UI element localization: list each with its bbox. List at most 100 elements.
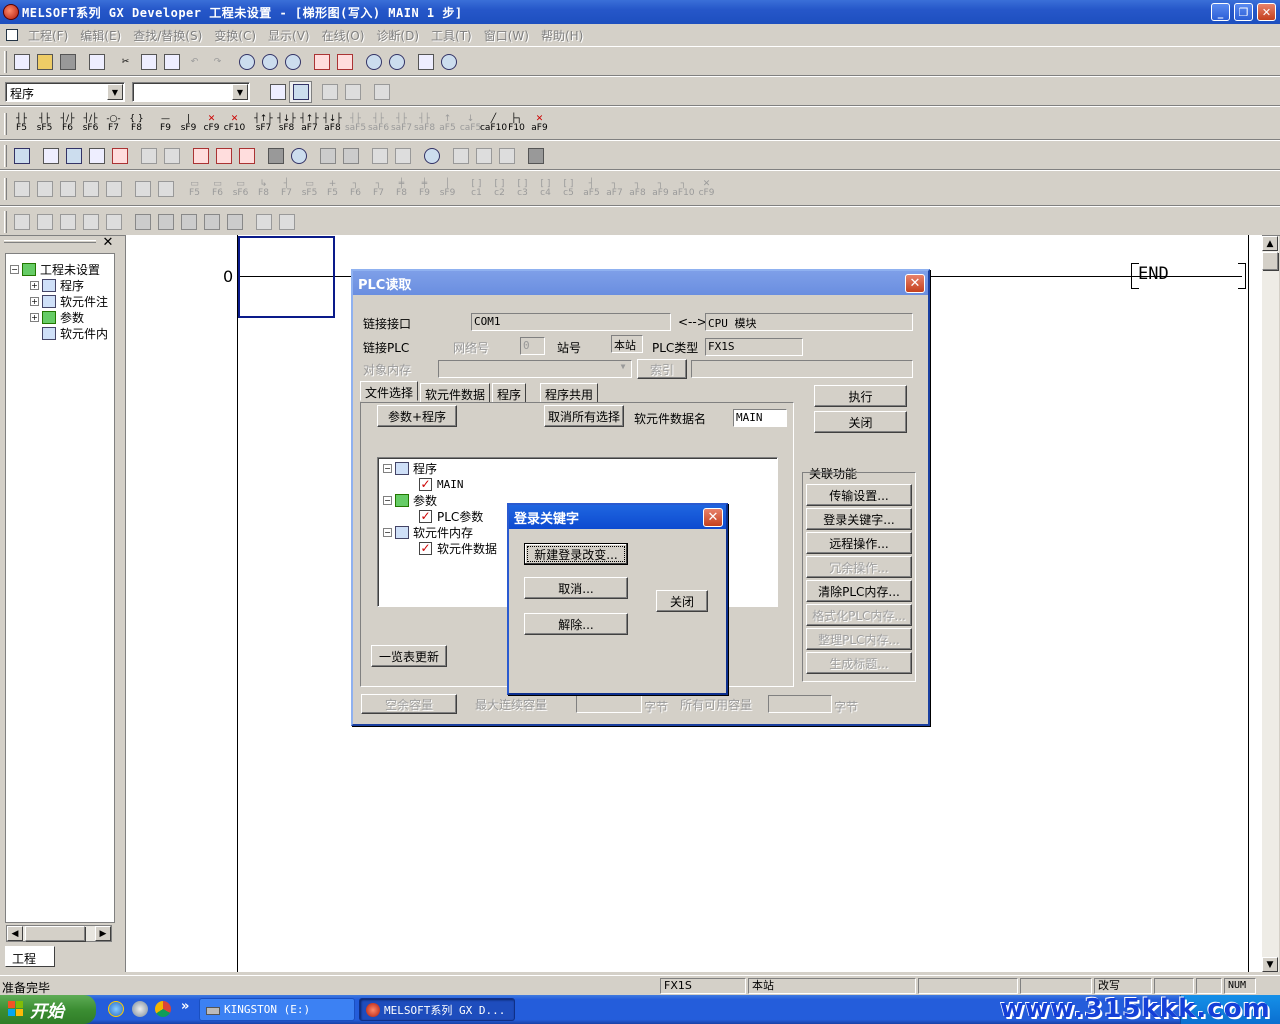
monitor-start-icon[interactable] <box>108 145 131 167</box>
ie-icon[interactable] <box>108 1001 124 1017</box>
zoom-icon[interactable] <box>420 145 443 167</box>
collapse-icon[interactable]: − <box>383 527 392 537</box>
panel-grip[interactable] <box>4 240 96 243</box>
chevron-down-icon[interactable]: ▼ <box>107 84 123 100</box>
vertical-line-icon[interactable]: | sF9 <box>177 110 200 138</box>
monitor-icon[interactable] <box>362 51 385 73</box>
sample-trace2-icon[interactable] <box>154 211 177 233</box>
tab-program-common[interactable]: 程序共用 <box>540 383 599 403</box>
new-icon[interactable] <box>10 51 33 73</box>
redo-icon[interactable]: ↷ <box>206 51 229 73</box>
tree-device-memory[interactable]: − 软元件内存 <box>383 524 473 540</box>
find-instruction-icon[interactable] <box>258 51 281 73</box>
expand-icon[interactable]: + <box>30 312 39 322</box>
chevron-down-icon[interactable]: ▼ <box>616 362 630 376</box>
menu-online[interactable]: 在线(O) <box>322 27 365 44</box>
device-data-name-field[interactable]: MAIN <box>733 409 787 427</box>
sfc-key-f7-icon[interactable]: ┤ F7 <box>275 175 298 203</box>
menu-view[interactable]: 显示(V) <box>268 27 310 44</box>
sfc-af9-icon[interactable]: ┐ aF9 <box>649 175 672 203</box>
expand-icon[interactable]: + <box>30 280 39 290</box>
entry-monitor-icon[interactable] <box>414 51 437 73</box>
invert-icon[interactable]: ╱ caF10 <box>480 110 507 138</box>
checkbox-main[interactable]: ✓ <box>419 477 432 491</box>
tree-item-device-comment[interactable]: + 软元件注 <box>30 293 108 309</box>
sfc-c4-icon[interactable]: [ ] c4 <box>534 175 557 203</box>
execute-button[interactable]: 执行 <box>814 385 907 407</box>
collapse-icon[interactable]: − <box>10 264 19 274</box>
parallel-no-icon[interactable]: ┤├ sF5 <box>33 110 56 138</box>
sfc-step-icon[interactable] <box>339 145 362 167</box>
sfc-key-f8-icon[interactable]: ↳ F8 <box>252 175 275 203</box>
print-icon[interactable] <box>85 51 108 73</box>
minimize-button[interactable]: _ <box>1211 3 1230 21</box>
scroll-down-icon[interactable]: ▼ <box>1262 957 1278 972</box>
sfc-list-icon[interactable] <box>341 81 364 103</box>
sfc-sort-icon[interactable] <box>154 175 177 203</box>
task-melsoft[interactable]: MELSOFT系列 GX D... <box>359 998 515 1021</box>
parallel-rising-icon[interactable]: ┤↑├ aF7 <box>298 110 321 138</box>
rising-pulse-nc-icon[interactable]: ┤├ saF5 <box>344 110 367 138</box>
tab-file-select[interactable]: 文件选择 <box>360 381 419 401</box>
menu-tools[interactable]: 工具(T) <box>431 27 472 44</box>
comment-edit-icon[interactable] <box>189 145 212 167</box>
tree-item-program[interactable]: + 程序 <box>30 277 84 293</box>
binoculars-icon[interactable] <box>10 211 33 233</box>
sfc-grid-icon[interactable] <box>131 175 154 203</box>
delete-line-icon[interactable]: ✕ aF9 <box>528 110 551 138</box>
undo-icon[interactable]: ↶ <box>183 51 206 73</box>
cursor-cell[interactable] <box>238 236 335 318</box>
trace-icon[interactable] <box>79 211 102 233</box>
op-falling-icon[interactable]: ↓ caF5 <box>459 110 482 138</box>
parallel-falling-nc-icon[interactable]: ┤├ saF8 <box>413 110 436 138</box>
plc-write-icon[interactable] <box>310 51 333 73</box>
parallel-nc-icon[interactable]: ┤/├ sF6 <box>79 110 102 138</box>
data-name-select[interactable]: ▼ <box>132 82 250 102</box>
sfc-block-icon[interactable] <box>79 175 102 203</box>
device-test-icon[interactable] <box>437 51 460 73</box>
data-type-select[interactable]: 程序 ▼ <box>5 82 125 102</box>
application-instruction-icon[interactable]: { } F8 <box>125 110 148 138</box>
draw-line-icon[interactable]: ├┐ F10 <box>505 110 528 138</box>
contact-no-icon[interactable]: ┤├ F5 <box>10 110 33 138</box>
sfc-edit-icon[interactable] <box>316 145 339 167</box>
redundant-operation-button[interactable]: 冗余操作... <box>806 556 912 578</box>
sfc-c3-icon[interactable]: [ ] c3 <box>511 175 534 203</box>
step-jump-icon[interactable] <box>495 145 518 167</box>
tree-plc-param[interactable]: ✓ PLC参数 <box>419 508 483 524</box>
tab-program[interactable]: 程序 <box>492 383 527 403</box>
sfc-c1-icon[interactable]: [ ] c1 <box>465 175 488 203</box>
close-icon[interactable]: ✕ <box>101 236 115 250</box>
quicklaunch-chevron[interactable]: » <box>181 999 189 1014</box>
delete-vertical-icon[interactable]: ✕ cF10 <box>223 110 246 138</box>
menu-edit[interactable]: 编辑(E) <box>80 27 121 44</box>
falling-pulse-nc-icon[interactable]: ┤├ saF6 <box>367 110 390 138</box>
sfc-icon[interactable] <box>318 81 341 103</box>
plc-read-icon[interactable] <box>333 51 356 73</box>
close-button[interactable]: 关闭 <box>814 411 907 433</box>
sfc-key-f8b-icon[interactable]: ╪ F8 <box>390 175 413 203</box>
statement-edit-icon[interactable] <box>212 145 235 167</box>
program-list-icon[interactable] <box>266 81 289 103</box>
format-plc-memory-button[interactable]: 格式化PLC内存... <box>806 604 912 626</box>
remote-operation-button[interactable]: 远程操作... <box>806 532 912 554</box>
sfc-transition-icon[interactable] <box>33 175 56 203</box>
sample-trace3-icon[interactable] <box>177 211 200 233</box>
write-mode-icon[interactable] <box>39 145 62 167</box>
maximize-button[interactable]: ❐ <box>1234 3 1253 21</box>
expand-icon[interactable]: + <box>30 296 39 306</box>
ladder-vscrollbar[interactable]: ▲ ▼ <box>1262 236 1279 972</box>
monitor-mode-icon[interactable] <box>62 145 85 167</box>
copy-icon[interactable] <box>137 51 160 73</box>
media-icon[interactable] <box>132 1001 148 1017</box>
find-device-icon[interactable] <box>235 51 258 73</box>
menu-convert[interactable]: 变换(C) <box>214 27 256 44</box>
tree-root[interactable]: − 工程未设置 <box>10 261 100 277</box>
find-step-icon[interactable] <box>281 51 304 73</box>
comment-display-icon[interactable] <box>137 145 160 167</box>
ladder-zoom-icon[interactable] <box>368 145 391 167</box>
menu-project[interactable]: 工程(F) <box>28 27 68 44</box>
sfc-c5-icon[interactable]: [ ] c5 <box>557 175 580 203</box>
horizontal-line-icon[interactable]: — F9 <box>154 110 177 138</box>
sfc-cf9-icon[interactable]: ✕ cF9 <box>695 175 718 203</box>
